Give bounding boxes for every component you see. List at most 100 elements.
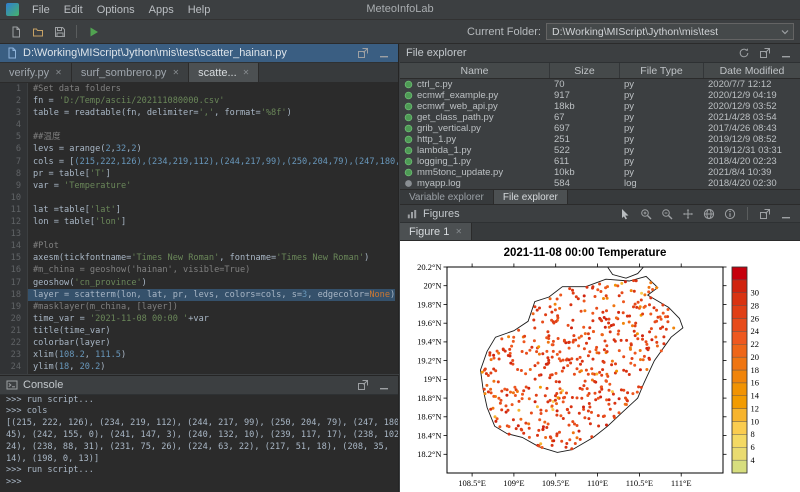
float-icon[interactable] bbox=[355, 46, 371, 61]
file-name-cell: myapp.log bbox=[400, 178, 550, 189]
minimize-icon[interactable] bbox=[778, 46, 794, 61]
editor-tab-scatte-[interactable]: scatte...✕ bbox=[189, 63, 259, 82]
file-name: mm5tonc_update.py bbox=[417, 167, 503, 178]
menu-edit[interactable]: Edit bbox=[57, 2, 90, 18]
float-icon[interactable] bbox=[757, 206, 773, 221]
menu-file[interactable]: File bbox=[25, 2, 57, 18]
console-output[interactable]: >>> run script...>>> run script...>>> ru… bbox=[0, 395, 398, 492]
globe-icon[interactable] bbox=[701, 206, 717, 221]
console-panel: Console >>> run script...>>> run script.… bbox=[0, 375, 399, 492]
app-logo-icon bbox=[6, 3, 19, 16]
console-line: >>> bbox=[6, 477, 392, 489]
minimize-icon[interactable] bbox=[376, 378, 392, 393]
app-window: FileEditOptionsAppsHelp MeteoInfoLab Cur… bbox=[0, 0, 800, 492]
current-folder-combo[interactable]: D:\Working\MIScript\Jython\mis\test bbox=[546, 23, 794, 40]
file-row[interactable]: get_class_path.py67py2021/4/28 03:54 bbox=[400, 112, 800, 123]
tab-close-icon[interactable]: ✕ bbox=[455, 227, 462, 236]
zoom-in-icon[interactable] bbox=[638, 206, 654, 221]
minimize-icon[interactable] bbox=[376, 46, 392, 61]
file-row[interactable]: http_1.py251py2019/12/9 08:52 bbox=[400, 134, 800, 145]
zoom-out-icon[interactable] bbox=[659, 206, 675, 221]
figures-header-icons bbox=[617, 206, 794, 221]
file-size: 697 bbox=[550, 123, 620, 134]
file-size: 70 bbox=[550, 79, 620, 90]
chevron-down-icon[interactable] bbox=[779, 26, 791, 38]
tab-close-icon[interactable]: ✕ bbox=[243, 68, 250, 77]
file-name: get_class_path.py bbox=[417, 112, 494, 123]
svg-text:8: 8 bbox=[751, 429, 755, 439]
column-header-date-modified[interactable]: Date Modified bbox=[704, 63, 800, 78]
minimize-icon[interactable] bbox=[778, 206, 794, 221]
file-modified: 2021/8/4 10:39 bbox=[704, 167, 800, 178]
file-row[interactable]: grib_vertical.py697py2017/4/26 08:43 bbox=[400, 123, 800, 134]
svg-text:18.2°N: 18.2°N bbox=[417, 449, 441, 459]
log-file-icon bbox=[404, 179, 413, 188]
line-number: 2 bbox=[0, 95, 27, 107]
svg-text:19°N: 19°N bbox=[423, 374, 441, 384]
file-name: myapp.log bbox=[417, 178, 461, 189]
line-number: 17 bbox=[0, 277, 27, 289]
editor-header-icons bbox=[355, 46, 392, 61]
code-line: 8pr = table['T'] bbox=[0, 168, 398, 180]
toolbar-separator bbox=[76, 25, 77, 38]
float-icon[interactable] bbox=[757, 46, 773, 61]
line-number: 8 bbox=[0, 168, 27, 180]
file-row[interactable]: ecmwf_web_api.py18kbpy2020/12/9 03:52 bbox=[400, 101, 800, 112]
line-number: 24 bbox=[0, 361, 27, 373]
editor-tab-verify-py[interactable]: verify.py✕ bbox=[0, 63, 72, 82]
open-folder-icon[interactable] bbox=[28, 23, 47, 41]
pan-icon[interactable] bbox=[680, 206, 696, 221]
file-table: ctrl_c.py70py2020/7/7 12:12ecmwf_example… bbox=[400, 79, 800, 189]
code-line: 16#m_china = geoshow('hainan', visible=T… bbox=[0, 264, 398, 276]
save-icon[interactable] bbox=[50, 23, 69, 41]
file-row[interactable]: logging_1.py611py2018/4/20 02:23 bbox=[400, 156, 800, 167]
code-editor[interactable]: 1#Set data folders2fn = 'D:/Temp/ascii/2… bbox=[0, 83, 398, 374]
file-name-cell: ecmwf_example.py bbox=[400, 90, 550, 101]
console-line: 24), (238, 88, 31), (231, 75, 26), (224,… bbox=[6, 442, 392, 454]
column-header-file-type[interactable]: File Type bbox=[620, 63, 704, 78]
column-header-name[interactable]: Name bbox=[400, 63, 550, 78]
tab-close-icon[interactable]: ✕ bbox=[55, 68, 62, 77]
line-number: 11 bbox=[0, 204, 27, 216]
file-name: logging_1.py bbox=[417, 156, 471, 167]
new-file-icon[interactable] bbox=[6, 23, 25, 41]
explorer-tab-variable-explorer[interactable]: Variable explorer bbox=[400, 190, 494, 204]
run-icon[interactable] bbox=[84, 23, 103, 41]
svg-text:24: 24 bbox=[751, 326, 760, 336]
line-number: 18 bbox=[0, 289, 27, 301]
svg-text:110.5°E: 110.5°E bbox=[626, 478, 653, 488]
cursor-icon[interactable] bbox=[617, 206, 633, 221]
figure-tab-figure-1[interactable]: Figure 1✕ bbox=[400, 223, 472, 240]
file-row[interactable]: ctrl_c.py70py2020/7/7 12:12 bbox=[400, 79, 800, 90]
float-icon[interactable] bbox=[355, 378, 371, 393]
code-line: 5##温度 bbox=[0, 131, 398, 143]
py-file-icon bbox=[404, 135, 413, 144]
svg-text:6: 6 bbox=[751, 442, 755, 452]
editor-tab-surf-sombrero-py[interactable]: surf_sombrero.py✕ bbox=[72, 63, 189, 82]
file-modified: 2018/4/20 02:30 bbox=[704, 178, 800, 189]
explorer-tab-file-explorer[interactable]: File explorer bbox=[494, 190, 568, 204]
figure-canvas[interactable]: 2021-11-08 00:00 Temperature108.5°E109°E… bbox=[400, 241, 800, 492]
file-row[interactable]: ecmwf_example.py917py2020/12/9 04:19 bbox=[400, 90, 800, 101]
file-explorer-title: File explorer bbox=[406, 47, 467, 59]
file-row[interactable]: mm5tonc_update.py10kbpy2021/8/4 10:39 bbox=[400, 167, 800, 178]
menu-apps[interactable]: Apps bbox=[142, 2, 181, 18]
file-name: ctrl_c.py bbox=[417, 79, 452, 90]
info-icon[interactable] bbox=[722, 206, 738, 221]
refresh-icon[interactable] bbox=[736, 46, 752, 61]
menu-options[interactable]: Options bbox=[90, 2, 142, 18]
svg-text:30: 30 bbox=[751, 288, 760, 298]
code-line: 12lon = table['lon'] bbox=[0, 216, 398, 228]
svg-text:18.4°N: 18.4°N bbox=[417, 430, 441, 440]
tab-close-icon[interactable]: ✕ bbox=[172, 68, 179, 77]
svg-text:19.4°N: 19.4°N bbox=[417, 337, 441, 347]
figure-tab-bar: Figure 1✕ bbox=[400, 223, 800, 241]
code-line: 17geoshow('cn_province') bbox=[0, 277, 398, 289]
file-name: ecmwf_web_api.py bbox=[417, 101, 498, 112]
file-row[interactable]: myapp.log584log2018/4/20 02:30 bbox=[400, 178, 800, 189]
code-line: 19#masklayer(m_china, [layer]) bbox=[0, 301, 398, 313]
file-row[interactable]: lambda_1.py522py2019/12/31 03:31 bbox=[400, 145, 800, 156]
line-number: 5 bbox=[0, 131, 27, 143]
column-header-size[interactable]: Size bbox=[550, 63, 620, 78]
menu-help[interactable]: Help bbox=[181, 2, 218, 18]
